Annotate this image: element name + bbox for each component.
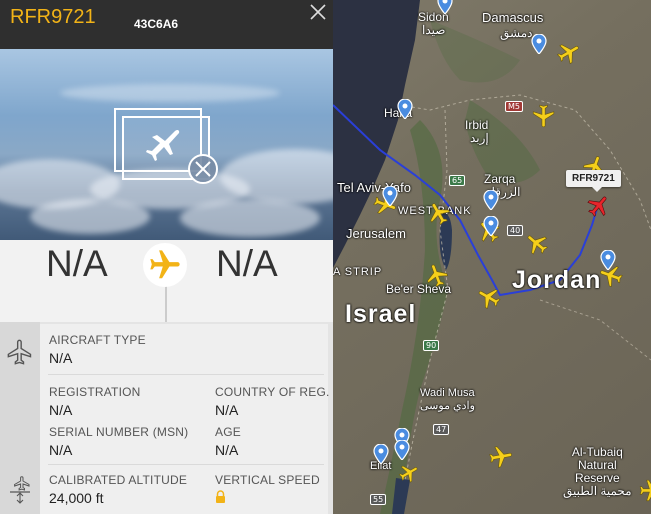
map-label-wadi-musa-ar: وادي موسى — [420, 400, 475, 412]
airport-pin-icon[interactable] — [437, 0, 453, 14]
country-label: COUNTRY OF REG. — [215, 385, 330, 399]
road-shield-47: 47 — [433, 424, 450, 435]
airport-pin-icon[interactable] — [394, 440, 410, 460]
map-label-jerusalem: Jerusalem — [346, 226, 406, 241]
airport-pin-icon[interactable] — [373, 444, 389, 464]
aircraft-icon[interactable] — [530, 103, 556, 129]
road-shield-90: 90 — [423, 340, 440, 351]
airport-pin-icon[interactable] — [483, 216, 499, 236]
map-label-damascus: Damascus — [482, 10, 544, 25]
map-label-al-tubaiq-ar: محمية الطبيق — [563, 484, 632, 498]
aircraft-type-value: N/A — [49, 350, 73, 366]
aircraft-type-icon — [7, 339, 32, 365]
serial-number-label: SERIAL NUMBER (MSN) — [49, 425, 189, 439]
aircraft-hex-code: 43C6A6 — [134, 17, 179, 31]
route-airplane-icon — [150, 250, 180, 279]
no-photo-icon — [114, 108, 218, 184]
map-label-irbid: Irbid — [465, 118, 489, 132]
route-plane-badge — [143, 243, 187, 287]
flight-callsign: RFR9721 — [10, 6, 96, 28]
calibrated-altitude-value: 24,000 ft — [49, 490, 104, 506]
road-shield-40: 40 — [507, 225, 524, 236]
map-label-wadi-musa: Wadi Musa — [420, 387, 475, 399]
airport-pin-icon[interactable] — [397, 99, 413, 119]
close-icon[interactable] — [308, 2, 328, 22]
aircraft-icon[interactable] — [524, 230, 550, 256]
country-value: N/A — [215, 402, 239, 418]
serial-number-value: N/A — [49, 442, 73, 458]
map-label-sidon-ar: صيدا — [422, 23, 446, 37]
details-divider — [48, 464, 324, 465]
map-label-damascus-ar: دمشق — [500, 26, 533, 40]
details-divider — [48, 374, 324, 375]
map-label-jordan: Jordan — [512, 266, 602, 294]
map-label-gaza: A STRIP — [333, 266, 383, 278]
road-shield-m5: M5 — [505, 101, 523, 112]
calibrated-altitude-label: CALIBRATED ALTITUDE — [49, 473, 188, 487]
origin-airport[interactable]: N/A — [46, 243, 108, 285]
road-shield-55: 55 — [370, 494, 387, 505]
map-label-zarqa: Zarqa — [484, 172, 516, 186]
lock-icon[interactable] — [215, 490, 226, 503]
aircraft-type-label: AIRCRAFT TYPE — [49, 333, 146, 347]
selected-flight-callout[interactable]: RFR9721 — [566, 170, 621, 192]
map-label-irbid-ar: إربد — [470, 131, 489, 145]
aircraft-photo-placeholder — [0, 49, 333, 240]
selected-aircraft-icon[interactable] — [586, 193, 612, 219]
panel-header: RFR9721 43C6A6 — [0, 0, 333, 49]
map-label-israel: Israel — [345, 300, 417, 328]
aircraft-icon[interactable] — [488, 444, 514, 470]
age-label: AGE — [215, 425, 241, 439]
aircraft-icon[interactable] — [556, 40, 582, 66]
airport-pin-icon[interactable] — [382, 186, 398, 206]
aircraft-icon[interactable] — [398, 462, 424, 488]
map-label-al-tubaiq: Al-Tubaiq Natural Reserve محمية الطبيق — [563, 446, 632, 498]
altitude-icon — [10, 476, 30, 504]
aircraft-icon[interactable] — [638, 478, 651, 504]
vertical-speed-label: VERTICAL SPEED — [215, 473, 320, 487]
flight-info-panel: RFR9721 43C6A6 N/A N/A AIRCRAFT TYPE N/A — [0, 0, 333, 514]
airport-pin-icon[interactable] — [483, 190, 499, 210]
aircraft-icon[interactable] — [426, 200, 452, 226]
aircraft-icon[interactable] — [424, 262, 450, 288]
airport-pin-icon[interactable] — [531, 34, 547, 54]
registration-label: REGISTRATION — [49, 385, 141, 399]
age-value: N/A — [215, 442, 239, 458]
road-shield-65: 65 — [449, 175, 466, 186]
airport-pin-icon[interactable] — [600, 250, 616, 270]
registration-value: N/A — [49, 402, 73, 418]
aircraft-icon[interactable] — [476, 284, 502, 310]
destination-airport[interactable]: N/A — [216, 243, 278, 285]
route-divider — [165, 285, 167, 322]
